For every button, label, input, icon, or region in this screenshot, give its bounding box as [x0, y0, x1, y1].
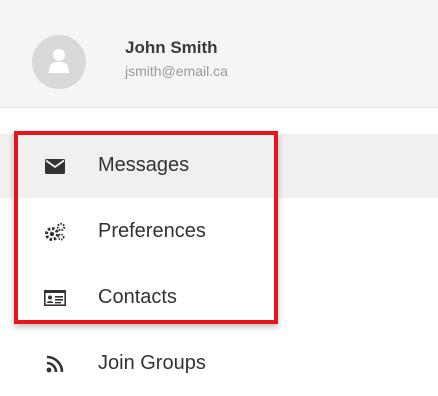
user-profile-header: John Smith jsmith@email.ca [0, 0, 438, 108]
avatar[interactable] [32, 35, 86, 89]
user-silhouette-icon [49, 49, 69, 73]
highlight-annotation-box [14, 131, 278, 324]
menu-item-join-groups[interactable]: Join Groups [0, 332, 438, 396]
user-name: John Smith [125, 38, 218, 57]
rss-feed-icon [44, 353, 66, 375]
menu-item-label: Join Groups [98, 352, 206, 374]
user-email: jsmith@email.ca [125, 63, 228, 79]
